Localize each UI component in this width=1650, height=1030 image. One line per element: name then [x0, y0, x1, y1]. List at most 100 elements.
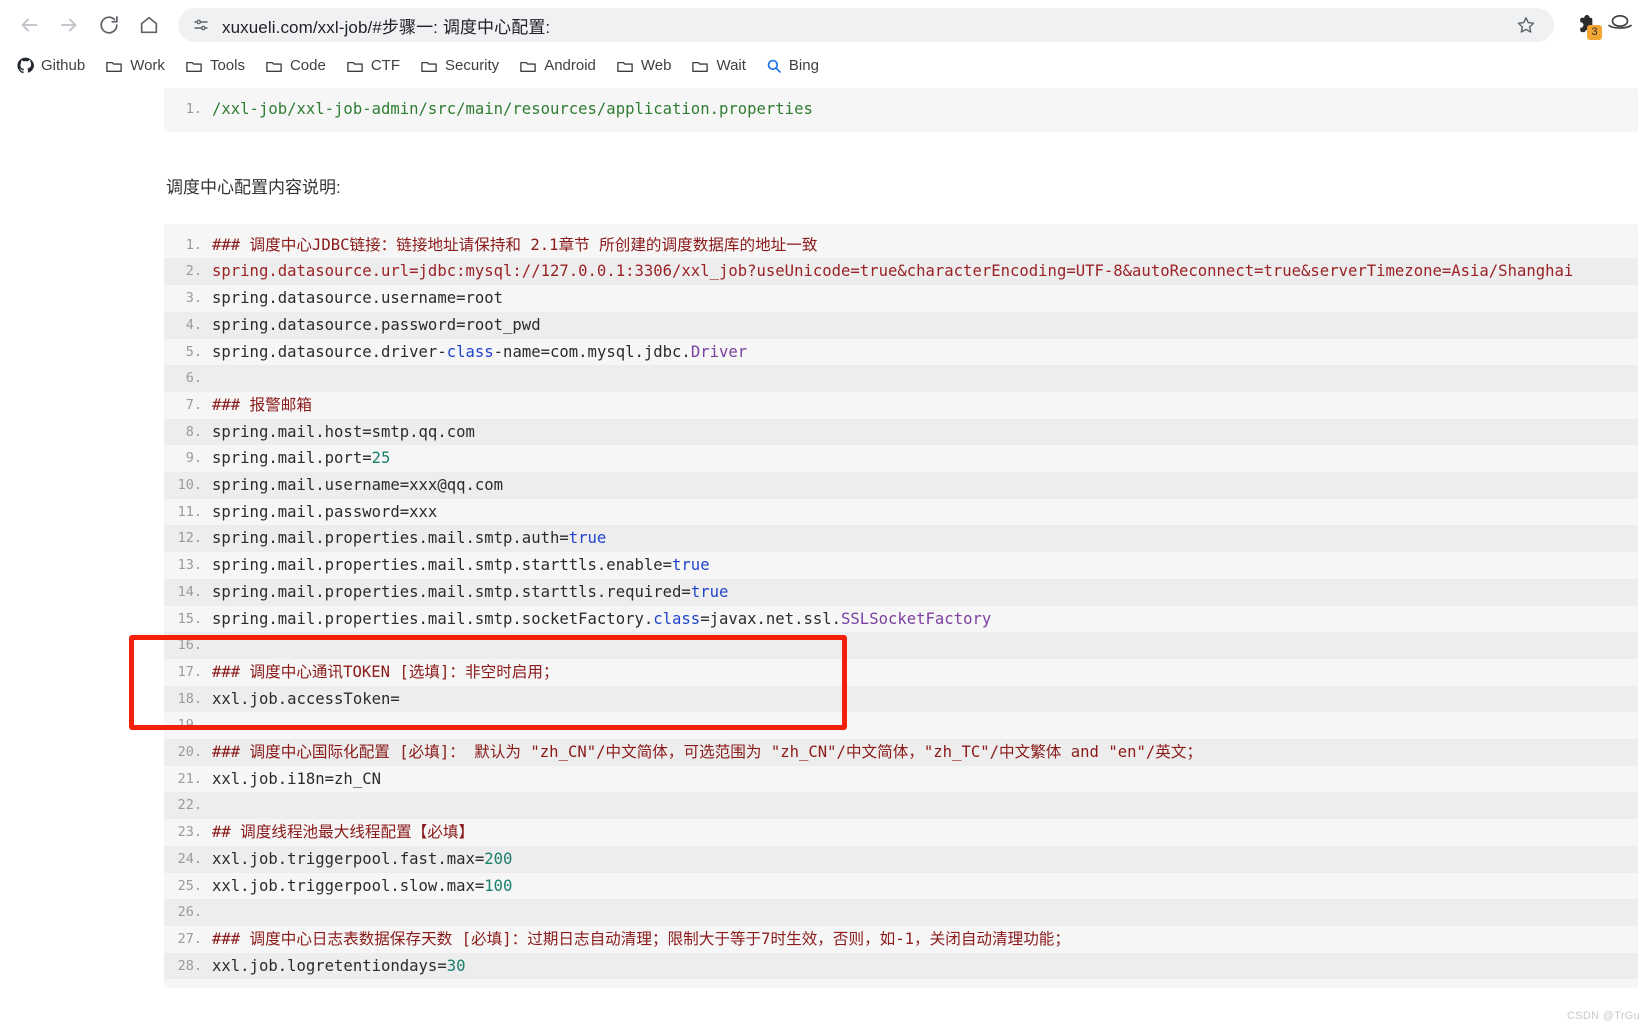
omnibox[interactable]: xuxueli.com/xxl-job/#步骤一: 调度中心配置:: [178, 8, 1554, 42]
reload-icon: [98, 14, 120, 36]
code-text: ### 调度中心通讯TOKEN [选填]：非空时启用；: [212, 662, 559, 681]
bookmark-item-work[interactable]: Work: [96, 53, 174, 79]
code-line: 11. spring.mail.password=xxx: [164, 499, 1638, 526]
bookmarks-bar: Github Work Tools Code CTF Security Andr…: [0, 48, 1650, 84]
page-viewport: 1. /xxl-job/xxl-job-admin/src/main/resou…: [0, 84, 1650, 1026]
code-line: 24. xxl.job.triggerpool.fast.max=200: [164, 845, 1638, 873]
code-line: 20. ### 调度中心国际化配置 [必填]： 默认为 "zh_CN"/中文简体…: [164, 739, 1638, 766]
bookmark-item-code[interactable]: Code: [256, 53, 335, 79]
line-number: 21.: [177, 770, 202, 787]
bookmark-item-tools[interactable]: Tools: [176, 53, 254, 79]
line-number: 2.: [185, 263, 202, 280]
line-number: 9.: [185, 450, 202, 467]
code-line: 4. spring.datasource.password=root_pwd: [164, 311, 1638, 339]
bookmark-item-android[interactable]: Android: [510, 53, 605, 79]
code-text: spring.datasource.driver-class-name=com.…: [212, 342, 748, 361]
code-line: 6.: [164, 365, 1638, 392]
address-bar-text[interactable]: xuxueli.com/xxl-job/#步骤一: 调度中心配置:: [222, 13, 1506, 38]
code-line: 8. spring.mail.host=smtp.qq.com: [164, 418, 1638, 446]
watermark-text: CSDN @TrGu: [1566, 1010, 1640, 1022]
line-number: 26.: [177, 904, 202, 921]
reload-button[interactable]: [90, 6, 128, 44]
bookmark-item-ctf[interactable]: CTF: [337, 53, 409, 79]
code-line-highlighted: 18. xxl.job.accessToken=: [164, 685, 1638, 713]
code-text: xxl.job.triggerpool.slow.max=100: [212, 876, 513, 895]
code-block-config: 1. ### 调度中心JDBC链接：链接地址请保持和 2.1章节 所创建的调度数…: [164, 223, 1638, 989]
extension-button[interactable]: 3: [1566, 6, 1604, 44]
line-number: 4.: [185, 316, 202, 333]
code-text: spring.mail.port=25: [212, 449, 391, 468]
code-line: 7. ### 报警邮箱: [164, 392, 1638, 419]
back-button[interactable]: [10, 6, 48, 44]
bookmark-item-web[interactable]: Web: [607, 53, 681, 79]
bookmark-label: Wait: [716, 57, 746, 74]
code-text: spring.datasource.password=root_pwd: [212, 315, 541, 334]
code-text: xxl.job.triggerpool.fast.max=200: [212, 849, 513, 868]
code-text: xxl.job.logretentiondays=30: [212, 956, 466, 975]
bookmark-label: Github: [41, 57, 86, 74]
code-line: 1. ### 调度中心JDBC链接：链接地址请保持和 2.1章节 所创建的调度数…: [164, 232, 1638, 259]
profile-button[interactable]: [1606, 6, 1640, 44]
code-text: ### 调度中心国际化配置 [必填]： 默认为 "zh_CN"/中文简体，可选范…: [212, 743, 1203, 762]
line-number: 6.: [185, 370, 202, 387]
bookmark-label: Android: [544, 57, 596, 74]
tune-sliders-icon[interactable]: [188, 12, 214, 38]
line-number: 27.: [177, 930, 202, 947]
bookmark-label: Bing: [788, 57, 819, 74]
browser-toolbar: xuxueli.com/xxl-job/#步骤一: 调度中心配置: 3: [0, 2, 1650, 48]
line-number: 20.: [177, 744, 202, 761]
line-number: 23.: [177, 824, 202, 841]
bookmark-item-wait[interactable]: Wait: [682, 53, 754, 79]
line-number: 1.: [185, 101, 202, 117]
line-number: 3.: [185, 290, 202, 307]
folder-icon: [185, 58, 203, 74]
line-number: 15.: [177, 610, 202, 627]
bookmark-label: Tools: [209, 57, 245, 74]
code-line: 21. xxl.job.i18n=zh_CN: [164, 766, 1638, 793]
code-line: 2. spring.datasource.url=jdbc:mysql://12…: [164, 258, 1638, 286]
line-number: 8.: [185, 423, 202, 440]
bookmark-item-github[interactable]: Github: [8, 53, 94, 79]
code-line: 13. spring.mail.properties.mail.smtp.sta…: [164, 552, 1638, 579]
code-line: 25. xxl.job.triggerpool.slow.max=100: [164, 873, 1638, 900]
code-text: /xxl-job/xxl-job-admin/src/main/resource…: [212, 100, 813, 118]
code-line: 27. ### 调度中心日志表数据保存天数 [必填]：过期日志自动清理；限制大于…: [164, 926, 1638, 953]
line-number: 5.: [185, 343, 202, 360]
code-text: spring.datasource.url=jdbc:mysql://127.0…: [212, 262, 1574, 281]
forward-button[interactable]: [50, 6, 88, 44]
code-line: 5. spring.datasource.driver-class-name=c…: [164, 339, 1638, 366]
code-text: ### 调度中心日志表数据保存天数 [必填]：过期日志自动清理；限制大于等于7时…: [212, 929, 1070, 948]
bookmark-label: Web: [640, 57, 672, 74]
code-text: ## 调度线程池最大线程配置【必填】: [212, 823, 475, 842]
code-line: 10. spring.mail.username=xxx@qq.com: [164, 472, 1638, 499]
arrow-right-icon: [58, 14, 80, 36]
code-text: xxl.job.i18n=zh_CN: [212, 769, 381, 788]
line-number: 25.: [177, 877, 202, 894]
bookmark-label: Security: [445, 57, 500, 74]
line-number: 1.: [185, 236, 202, 253]
code-text: spring.mail.properties.mail.smtp.auth=tr…: [212, 529, 607, 548]
line-number: 19.: [177, 717, 202, 734]
code-line: 28. xxl.job.logretentiondays=30: [164, 952, 1638, 980]
bookmark-label: CTF: [370, 57, 400, 74]
extension-badge-count: 3: [1587, 25, 1602, 40]
code-line: 1. /xxl-job/xxl-job-admin/src/main/resou…: [164, 96, 1638, 123]
browser-chrome: xuxueli.com/xxl-job/#步骤一: 调度中心配置: 3 Gith…: [0, 0, 1650, 84]
code-text: ### 报警邮箱: [212, 395, 312, 414]
code-text: spring.mail.properties.mail.smtp.socketF…: [212, 609, 992, 628]
code-block-filepath: 1. /xxl-job/xxl-job-admin/src/main/resou…: [164, 88, 1638, 132]
code-text: xxl.job.accessToken=: [212, 689, 400, 708]
search-icon: [766, 58, 782, 74]
home-button[interactable]: [130, 6, 168, 44]
code-line: 23. ## 调度线程池最大线程配置【必填】: [164, 819, 1638, 846]
line-number: 24.: [177, 850, 202, 867]
bookmark-star-icon[interactable]: [1512, 11, 1540, 39]
line-number: 10.: [177, 477, 202, 494]
arrow-left-icon: [18, 14, 40, 36]
code-text: ### 调度中心JDBC链接：链接地址请保持和 2.1章节 所创建的调度数据库的…: [212, 235, 818, 254]
code-line-highlighted: 17. ### 调度中心通讯TOKEN [选填]：非空时启用；: [164, 659, 1638, 686]
bookmark-item-security[interactable]: Security: [411, 53, 508, 79]
code-text: spring.mail.properties.mail.smtp.starttl…: [212, 556, 710, 575]
folder-icon: [105, 58, 123, 74]
bookmark-item-bing[interactable]: Bing: [757, 53, 828, 79]
